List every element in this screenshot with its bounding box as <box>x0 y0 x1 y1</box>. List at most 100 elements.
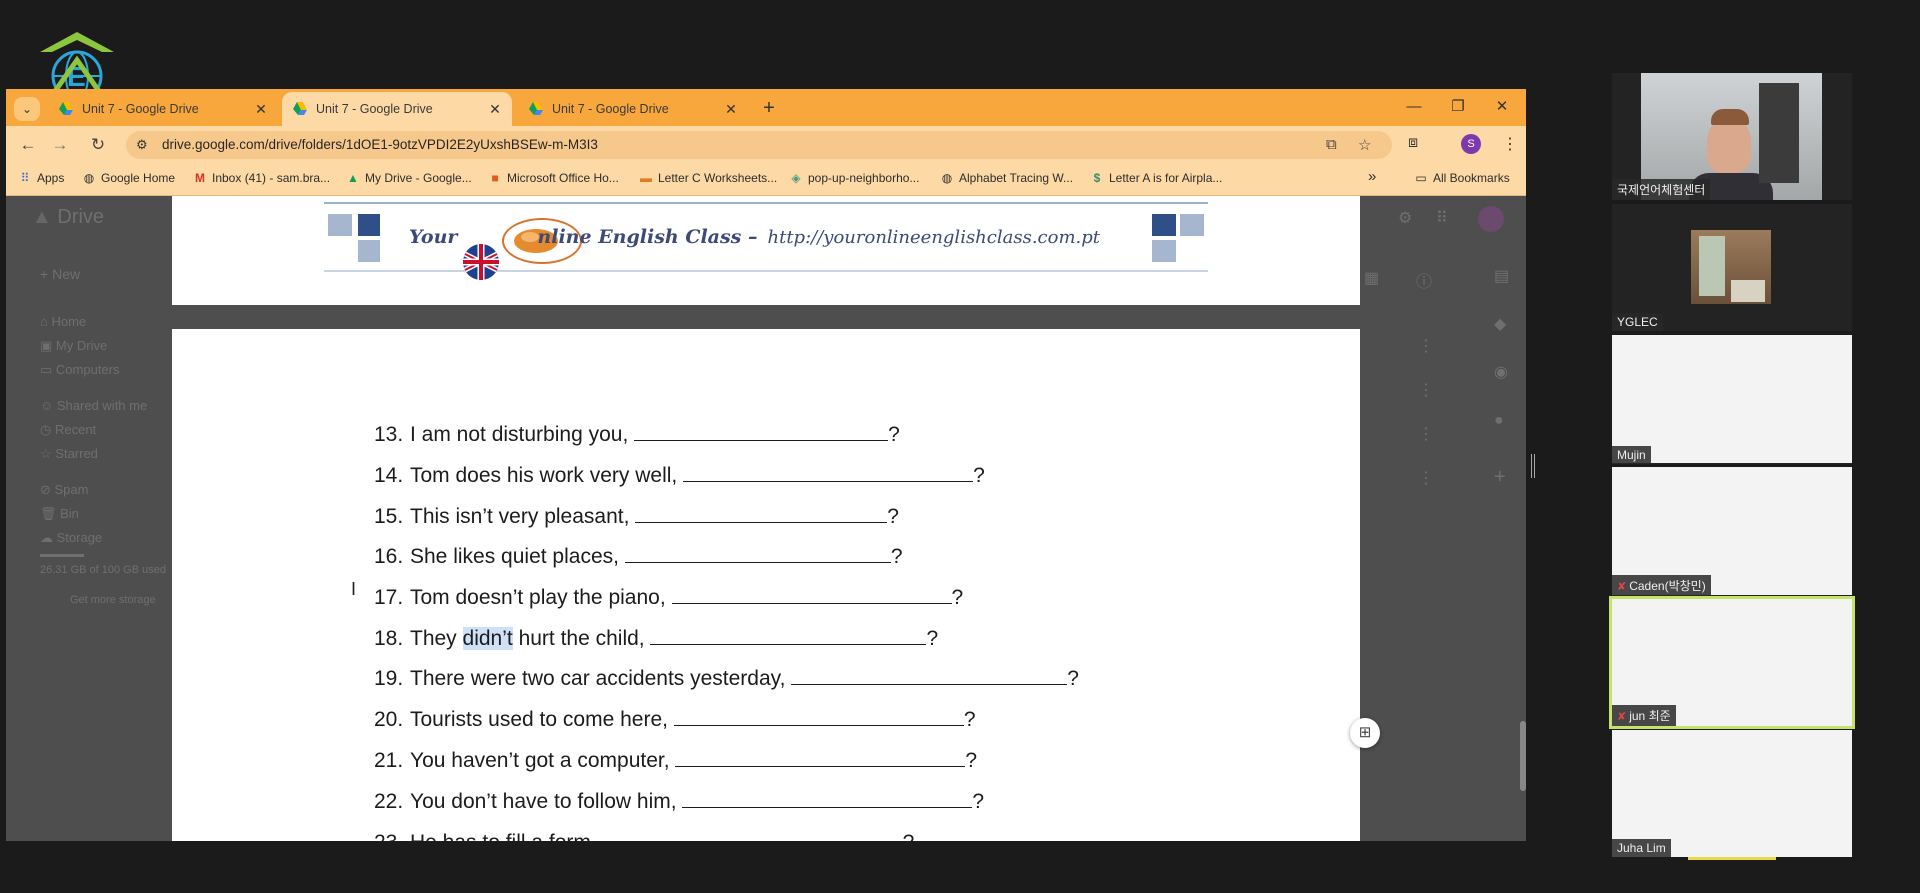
all-bookmarks-label: All Bookmarks <box>1433 171 1510 185</box>
banner-square <box>1180 214 1204 236</box>
bookmark-pop-up[interactable]: ◈ pop-up-neighborho... <box>789 171 919 185</box>
keep-icon[interactable]: ◆ <box>1494 314 1506 334</box>
apps-icon[interactable]: ⠿ <box>1436 208 1448 228</box>
close-window-button[interactable]: ✕ <box>1485 95 1519 119</box>
grid-view-icon[interactable]: ▦ <box>1364 268 1379 288</box>
nav-storage[interactable]: ☁ Storage <box>40 530 102 546</box>
bookmark-label: Letter A is for Airpla... <box>1109 171 1223 185</box>
info-icon[interactable]: ⓘ <box>1416 268 1432 292</box>
chevron-down-icon: ⌄ <box>21 102 33 116</box>
bookmark-label: My Drive - Google... <box>365 171 472 185</box>
all-bookmarks-button[interactable]: ▭ All Bookmarks <box>1414 171 1510 185</box>
question-23: 23.He has to fill a form, ? <box>374 831 914 841</box>
background-object <box>1759 83 1799 183</box>
bookmark-google-home[interactable]: ◍ Google Home <box>82 171 175 185</box>
new-tab-button[interactable]: + <box>756 95 782 121</box>
participant-tile-5[interactable]: ✘ jun 최준 <box>1609 596 1855 729</box>
account-avatar[interactable] <box>1478 206 1504 232</box>
participant-tile-6[interactable]: Juha Lim <box>1612 730 1852 857</box>
calendar-icon[interactable]: ▤ <box>1494 266 1509 286</box>
reload-button[interactable]: ↻ <box>86 133 110 157</box>
participant-name: Juha Lim <box>1612 839 1671 857</box>
nav-home[interactable]: ⌂ Home <box>40 314 86 329</box>
more-bookmarks-button[interactable]: » <box>1368 168 1376 185</box>
tab-unit7-2[interactable]: Unit 7 - Google Drive ✕ <box>282 92 512 126</box>
extensions-icon[interactable]: ⧈ <box>1408 134 1418 152</box>
back-button[interactable]: ← <box>16 133 40 157</box>
apps-grid-icon: ⠿ <box>20 171 30 185</box>
browser-toolbar: ← → ↻ ⚙ drive.google.com/drive/folders/1… <box>6 126 1526 164</box>
profile-avatar[interactable]: S <box>1461 134 1481 154</box>
participant-tile-1[interactable]: 국제언어체험센터 <box>1612 73 1852 200</box>
tab-unit7-1[interactable]: Unit 7 - Google Drive ✕ <box>48 92 278 126</box>
answer-blank <box>675 750 966 767</box>
nav-shared[interactable]: ☺ Shared with me <box>40 398 147 413</box>
worksheet-icon: ▬ <box>640 171 652 185</box>
close-icon[interactable]: ✕ <box>720 101 742 118</box>
office-icon: ■ <box>491 171 499 185</box>
tab-unit7-3[interactable]: Unit 7 - Google Drive ✕ <box>518 92 748 126</box>
google-drive-icon <box>529 102 543 115</box>
tab-label: Unit 7 - Google Drive <box>82 102 199 116</box>
banner-top-line <box>324 202 1208 204</box>
banner-bottom-line <box>324 270 1208 272</box>
minimize-button[interactable]: — <box>1397 95 1431 119</box>
participant-name: ✘ Caden(박창민) <box>1612 575 1711 596</box>
tag-icon: ◈ <box>791 171 801 185</box>
answer-blank <box>634 424 889 441</box>
nav-my-drive[interactable]: ▣ My Drive <box>40 338 107 354</box>
folder-icon: ▭ <box>1415 171 1427 185</box>
bookmark-my-drive[interactable]: ▲ My Drive - Google... <box>346 171 472 185</box>
banner-square <box>358 240 380 262</box>
site-settings-icon[interactable]: ⚙ <box>136 137 148 153</box>
add-addon-icon[interactable]: + <box>1494 466 1506 489</box>
nav-starred[interactable]: ☆ Starred <box>40 446 98 462</box>
restore-button[interactable]: ❐ <box>1441 95 1475 119</box>
banner-square <box>1152 240 1176 262</box>
uk-flag-icon <box>463 244 499 280</box>
row-menu-icon[interactable]: ⋮ <box>1418 424 1434 444</box>
close-icon[interactable]: ✕ <box>250 101 272 118</box>
add-comment-button[interactable]: ⊞ <box>1350 718 1380 748</box>
bookmark-letter-a[interactable]: $ Letter A is for Airpla... <box>1090 171 1223 185</box>
settings-gear-icon[interactable]: ⚙ <box>1398 208 1412 228</box>
question-18: 18. They didn’t hurt the child, ? <box>374 627 939 650</box>
panel-splitter[interactable] <box>1531 454 1535 478</box>
bookmark-apps[interactable]: ⠿ Apps <box>18 171 65 185</box>
drive-logo-text: ▲ Drive <box>32 206 105 228</box>
bookmark-office[interactable]: ■ Microsoft Office Ho... <box>488 171 618 185</box>
new-button[interactable]: + New <box>40 266 80 282</box>
participant-video <box>1691 230 1771 304</box>
bookmark-inbox[interactable]: M Inbox (41) - sam.bra... <box>193 171 330 185</box>
participant-name: ✘ jun 최준 <box>1612 705 1676 726</box>
row-menu-icon[interactable]: ⋮ <box>1418 380 1434 400</box>
nav-bin[interactable]: 🗑 Bin <box>40 506 79 522</box>
participant-name: 국제언어체험센터 <box>1612 179 1711 200</box>
row-menu-icon[interactable]: ⋮ <box>1418 468 1434 488</box>
participant-tile-4[interactable]: ✘ Caden(박창민) <box>1612 467 1852 596</box>
address-bar[interactable]: ⚙ drive.google.com/drive/folders/1dOE1-9… <box>126 131 1392 159</box>
question-19: 19. There were two car accidents yesterda… <box>374 667 1079 690</box>
close-icon[interactable]: ✕ <box>484 101 506 118</box>
row-menu-icon[interactable]: ⋮ <box>1418 336 1434 356</box>
nav-spam[interactable]: ⊘ Spam <box>40 482 88 498</box>
participant-tile-2[interactable]: YGLEC <box>1612 204 1852 331</box>
drive-icon: ▲ <box>347 171 359 185</box>
selected-text: didn’t <box>462 627 513 650</box>
install-app-icon[interactable]: ⧉ <box>1326 136 1337 153</box>
nav-computers[interactable]: ▭ Computers <box>40 362 119 378</box>
bookmark-label: Google Home <box>101 171 176 185</box>
question-21: 21. You haven’t got a computer, ? <box>374 749 978 772</box>
scrollbar-thumb[interactable] <box>1520 721 1526 791</box>
tasks-icon[interactable]: ◉ <box>1494 362 1508 382</box>
get-storage-button[interactable]: Get more storage <box>70 594 156 606</box>
bookmark-star-icon[interactable]: ☆ <box>1358 136 1371 154</box>
tab-search-button[interactable]: ⌄ <box>14 97 40 121</box>
menu-kebab-icon[interactable]: ⋮ <box>1502 134 1518 154</box>
bookmark-letter-c[interactable]: ▬ Letter C Worksheets... <box>639 171 777 185</box>
forward-button[interactable]: → <box>48 133 72 157</box>
participant-tile-3[interactable]: Mujin <box>1612 335 1852 464</box>
bookmark-alphabet-tracing[interactable]: ◍ Alphabet Tracing W... <box>940 171 1073 185</box>
contacts-icon[interactable]: ● <box>1494 412 1504 430</box>
nav-recent[interactable]: ◷ Recent <box>40 422 96 438</box>
